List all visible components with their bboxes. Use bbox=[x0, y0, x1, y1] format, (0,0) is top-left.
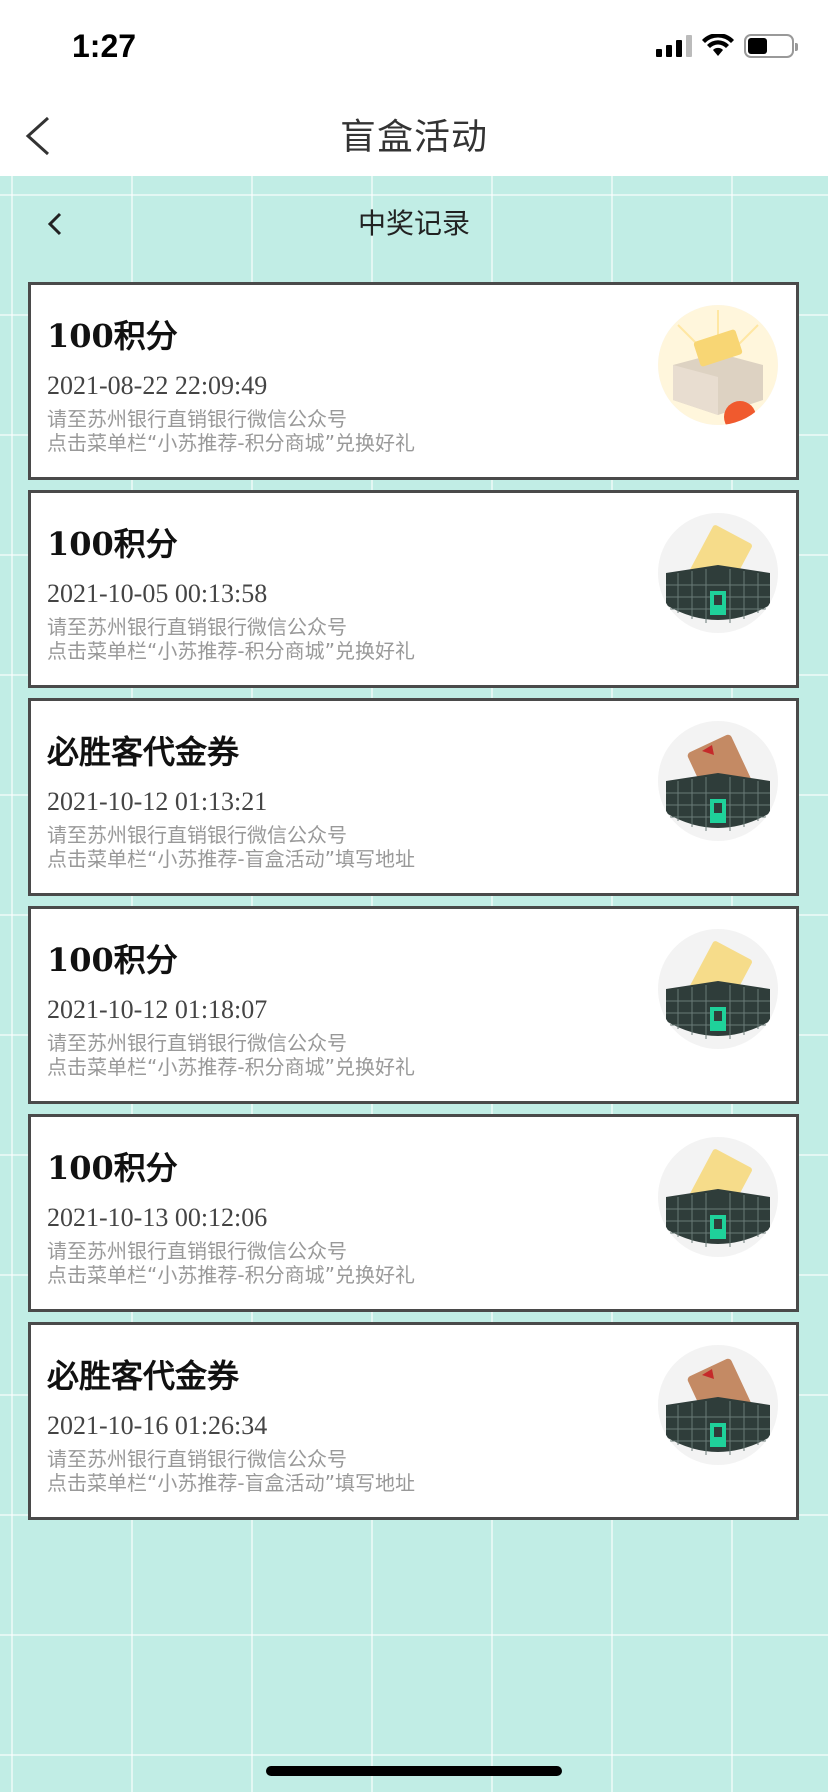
record-instruction-line2: 点击菜单栏“小苏推荐-盲盒活动”填写地址 bbox=[47, 1471, 415, 1495]
record-title: 100积分 bbox=[47, 941, 178, 979]
points-card-box-icon bbox=[658, 1137, 778, 1257]
record-title: 100积分 bbox=[47, 1149, 178, 1187]
record-card[interactable]: 必胜客代金券 2021-10-12 01:13:21 请至苏州银行直销银行微信公众号… bbox=[28, 698, 799, 896]
record-time: 2021-10-05 00:13:58 bbox=[47, 579, 268, 608]
status-time: 1:27 bbox=[72, 28, 137, 64]
record-time: 2021-10-12 01:13:21 bbox=[47, 787, 268, 816]
record-card[interactable]: 100积分 2021-10-12 01:18:07 请至苏州银行直销银行微信公众号点… bbox=[28, 906, 799, 1104]
status-bar: 1:27 bbox=[0, 0, 828, 100]
record-time: 2021-10-16 01:26:34 bbox=[47, 1411, 268, 1440]
points-card-box-icon bbox=[658, 929, 778, 1049]
page-title: 盲盒活动 bbox=[339, 117, 488, 158]
home-indicator[interactable] bbox=[266, 1766, 562, 1776]
points-gift-box-orange-icon bbox=[658, 305, 778, 425]
app-header: 盲盒活动 bbox=[0, 100, 828, 176]
record-instruction-line2: 点击菜单栏“小苏推荐-积分商城”兑换好礼 bbox=[47, 639, 415, 663]
record-instruction-line2: 点击菜单栏“小苏推荐-积分商城”兑换好礼 bbox=[47, 1263, 415, 1287]
record-time: 2021-08-22 22:09:49 bbox=[47, 371, 268, 400]
record-card[interactable]: 100积分 2021-10-13 00:12:06 请至苏州银行直销银行微信公众号点… bbox=[28, 1114, 799, 1312]
record-instruction-line1: 请至苏州银行直销银行微信公众号 bbox=[47, 1239, 347, 1263]
sub-header: 中奖记录 bbox=[0, 176, 828, 272]
pizza-voucher-box-icon bbox=[658, 721, 778, 841]
points-card-box-icon bbox=[658, 513, 778, 633]
pizza-voucher-box-icon bbox=[658, 1345, 778, 1465]
record-card[interactable]: 100积分 2021-10-05 00:13:58 请至苏州银行直销银行微信公众号点… bbox=[28, 490, 799, 688]
record-instruction-line2: 点击菜单栏“小苏推荐-积分商城”兑换好礼 bbox=[47, 1055, 415, 1079]
record-title: 必胜客代金券 bbox=[47, 1357, 240, 1395]
record-instruction-line1: 请至苏州银行直销银行微信公众号 bbox=[47, 1447, 347, 1471]
record-instruction-line2: 点击菜单栏“小苏推荐-积分商城”兑换好礼 bbox=[47, 431, 415, 455]
record-instruction-line1: 请至苏州银行直销银行微信公众号 bbox=[47, 615, 347, 639]
main-content: 中奖记录 100积分 2021-08-22 22:09:49 请至苏州银行直销银行微… bbox=[0, 176, 828, 1792]
status-icons bbox=[656, 34, 798, 58]
record-instruction-line1: 请至苏州银行直销银行微信公众号 bbox=[47, 407, 347, 431]
record-time: 2021-10-13 00:12:06 bbox=[47, 1203, 268, 1232]
battery-icon bbox=[744, 34, 798, 58]
record-card[interactable]: 必胜客代金券 2021-10-16 01:26:34 请至苏州银行直销银行微信公众号… bbox=[28, 1322, 799, 1520]
sub-page-title: 中奖记录 bbox=[357, 207, 470, 240]
record-instruction-line1: 请至苏州银行直销银行微信公众号 bbox=[47, 823, 347, 847]
record-card[interactable]: 100积分 2021-08-22 22:09:49 请至苏州银行直销银行微信公众号点… bbox=[28, 282, 799, 480]
record-title: 100积分 bbox=[47, 525, 178, 563]
record-title: 必胜客代金券 bbox=[47, 733, 240, 771]
cellular-signal-icon bbox=[656, 35, 692, 57]
record-instruction-line1: 请至苏州银行直销银行微信公众号 bbox=[47, 1031, 347, 1055]
record-instruction-line2: 点击菜单栏“小苏推荐-盲盒活动”填写地址 bbox=[47, 847, 415, 871]
record-time: 2021-10-12 01:18:07 bbox=[47, 995, 268, 1024]
record-title: 100积分 bbox=[47, 317, 178, 355]
wifi-icon bbox=[702, 34, 734, 56]
